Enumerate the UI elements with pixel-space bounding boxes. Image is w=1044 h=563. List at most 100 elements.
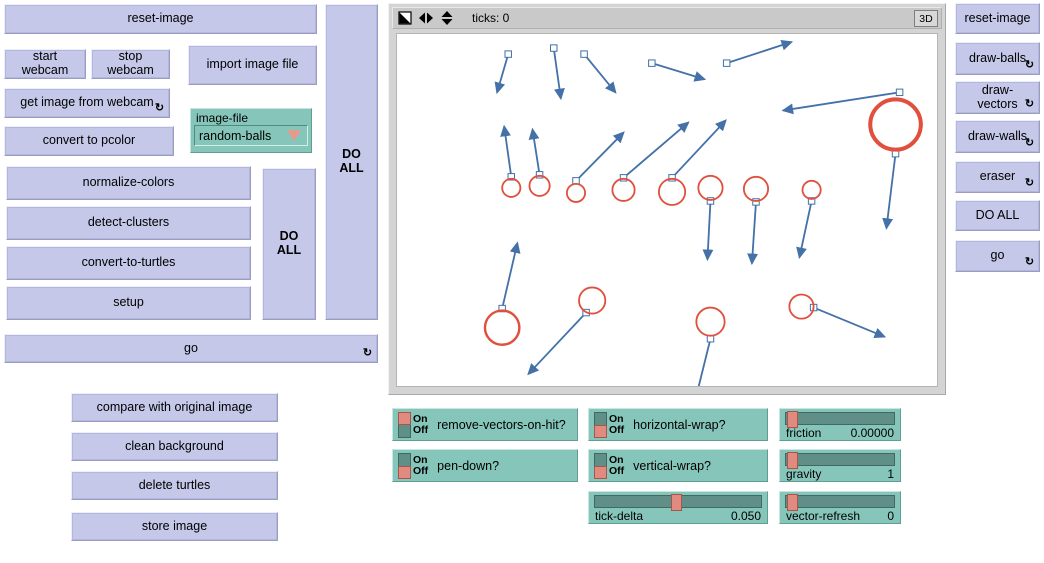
slider-knob[interactable] [671, 494, 682, 511]
vertical-arrows-icon[interactable] [440, 10, 454, 26]
vector [504, 127, 514, 181]
switch-onoff-labels: On Off [609, 455, 624, 477]
right-do-all-button[interactable]: DO ALL [955, 200, 1040, 231]
switch-on-label: On [413, 414, 428, 425]
switch-track[interactable] [398, 412, 411, 438]
list-item-label: clean background [125, 440, 224, 454]
switch-track[interactable] [398, 453, 411, 479]
right-button-label: go [991, 249, 1005, 263]
do-all-outer-button[interactable]: DO ALL [325, 4, 378, 320]
slider-readout: friction 0.00000 [785, 426, 895, 440]
slider-name: tick-delta [595, 509, 643, 523]
switch-off-label: Off [413, 466, 428, 477]
slider-gravity[interactable]: gravity 1 [779, 449, 901, 482]
switch-horizontal-wrap[interactable]: On Off horizontal-wrap? [588, 408, 768, 441]
reset-image-button[interactable]: reset-image [4, 4, 317, 34]
switch-knob[interactable] [594, 466, 607, 479]
chevron-down-icon[interactable] [287, 130, 301, 141]
right-button-label: draw-balls [969, 52, 1026, 66]
slider-track[interactable] [785, 453, 895, 466]
convert-to-turtles-label: convert-to-turtles [82, 256, 176, 270]
image-file-chooser-value: random-balls [199, 129, 287, 143]
slider-knob[interactable] [787, 452, 798, 469]
slider-track[interactable] [785, 412, 895, 425]
slider-knob[interactable] [787, 494, 798, 511]
slider-readout: tick-delta 0.050 [594, 509, 762, 523]
stop-webcam-button[interactable]: stop webcam [91, 49, 170, 79]
vector [669, 120, 726, 181]
ball [567, 184, 585, 202]
slider-tick-delta[interactable]: tick-delta 0.050 [588, 491, 768, 524]
slider-track[interactable] [785, 495, 895, 508]
vector [649, 60, 705, 79]
world-view[interactable]: ticks: 0 3D [388, 3, 946, 395]
import-image-file-button[interactable]: import image file [188, 45, 317, 85]
vector [551, 45, 561, 99]
ball-layer [485, 99, 921, 344]
slider-friction[interactable]: friction 0.00000 [779, 408, 901, 441]
eraser-button[interactable]: eraser ↻ [955, 161, 1040, 193]
delete-turtles-button[interactable]: delete turtles [71, 471, 278, 500]
forever-icon: ↻ [1024, 178, 1035, 189]
draw-walls-button[interactable]: draw-walls ↻ [955, 120, 1040, 153]
draw-vectors-button[interactable]: draw-vectors ↻ [955, 81, 1040, 114]
store-image-button[interactable]: store image [71, 512, 278, 541]
switch-remove-vectors-on-hit[interactable]: On Off remove-vectors-on-hit? [392, 408, 578, 441]
forever-icon: ↻ [1024, 138, 1035, 149]
view-3d-button[interactable]: 3D [914, 10, 938, 27]
image-file-chooser-box[interactable]: random-balls [194, 125, 308, 146]
setup-button[interactable]: setup [6, 286, 251, 320]
convert-to-turtles-button[interactable]: convert-to-turtles [6, 246, 251, 280]
compare-with-original-image-button[interactable]: compare with original image [71, 393, 278, 422]
slider-vector-refresh[interactable]: vector-refresh 0 [779, 491, 901, 524]
switch-on-label: On [609, 414, 624, 425]
ball [659, 179, 685, 205]
do-all-outer-label: DO ALL [332, 148, 371, 176]
switch-vertical-wrap[interactable]: On Off vertical-wrap? [588, 449, 768, 482]
switch-on-label: On [609, 455, 624, 466]
switch-track[interactable] [594, 412, 607, 438]
get-image-from-webcam-button[interactable]: get image from webcam ↻ [4, 88, 170, 118]
vector-anchor [707, 198, 713, 204]
ball [870, 99, 921, 149]
switch-knob[interactable] [398, 412, 411, 425]
clean-background-button[interactable]: clean background [71, 432, 278, 461]
do-all-inner-button[interactable]: DO ALL [262, 168, 316, 320]
switch-knob[interactable] [398, 466, 411, 479]
right-go-button[interactable]: go ↻ [955, 240, 1040, 272]
switch-knob[interactable] [594, 425, 607, 438]
slider-track[interactable] [594, 495, 762, 508]
vector-anchor [753, 199, 759, 205]
world-canvas[interactable] [396, 33, 938, 387]
vector [752, 199, 759, 264]
right-reset-image-button[interactable]: reset-image [955, 3, 1040, 34]
slider-readout: vector-refresh 0 [785, 509, 895, 523]
slider-readout: gravity 1 [785, 467, 895, 481]
right-button-label: eraser [980, 170, 1015, 184]
horizontal-arrows-icon[interactable] [418, 11, 434, 25]
slider-name: gravity [786, 467, 821, 481]
go-button[interactable]: go ↻ [4, 334, 378, 363]
vector [799, 198, 814, 258]
convert-to-pcolor-button[interactable]: convert to pcolor [4, 126, 174, 156]
vector-anchor [536, 172, 542, 178]
switch-name: horizontal-wrap? [633, 418, 725, 432]
start-webcam-label: start webcam [11, 50, 79, 78]
reset-image-label: reset-image [128, 12, 194, 26]
ticks-counter: ticks: 0 [472, 11, 509, 25]
vector [499, 243, 517, 312]
start-webcam-button[interactable]: start webcam [4, 49, 86, 79]
draw-balls-button[interactable]: draw-balls ↻ [955, 42, 1040, 75]
switch-track[interactable] [594, 453, 607, 479]
resize-diagonal-icon[interactable] [398, 11, 412, 25]
vector [707, 198, 713, 260]
switch-pen-down[interactable]: On Off pen-down? [392, 449, 578, 482]
normalize-colors-button[interactable]: normalize-colors [6, 166, 251, 200]
vector-layer [497, 42, 903, 386]
vector [533, 130, 543, 178]
detect-clusters-button[interactable]: detect-clusters [6, 206, 251, 240]
slider-knob[interactable] [787, 411, 798, 428]
right-button-label: draw-vectors [962, 84, 1033, 112]
ball [612, 179, 634, 201]
image-file-chooser[interactable]: image-file random-balls [190, 108, 312, 153]
